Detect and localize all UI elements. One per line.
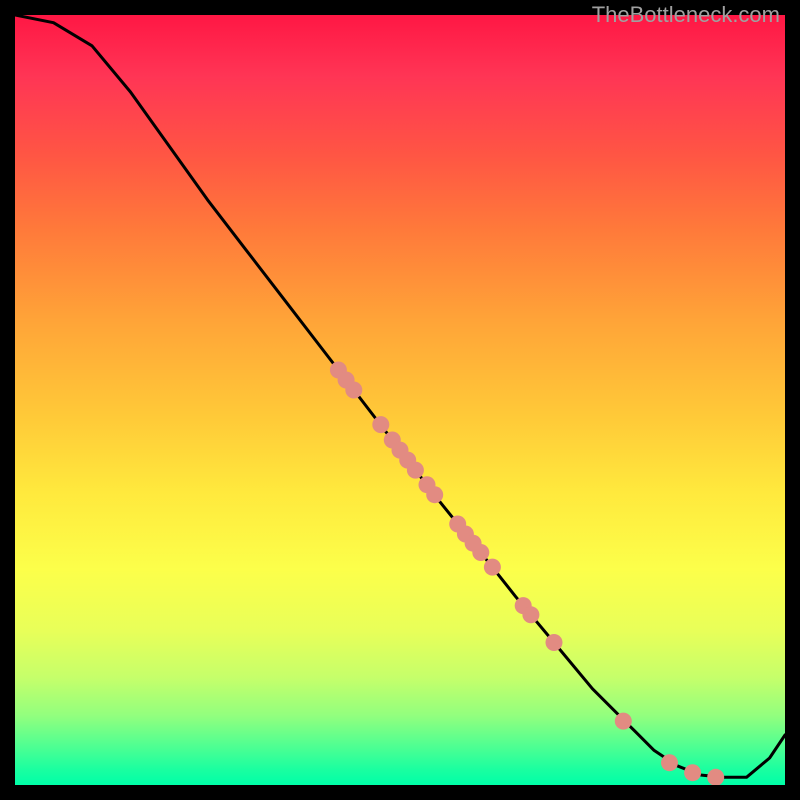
scatter-point (426, 486, 443, 503)
scatter-point (449, 516, 466, 533)
scatter-point (546, 634, 563, 651)
scatter-point (419, 476, 436, 493)
scatter-point (661, 754, 678, 771)
scatter-point (392, 442, 409, 459)
chart-container: TheBottleneck.com (0, 0, 800, 800)
plot-area (15, 15, 785, 785)
scatter-point (615, 713, 632, 730)
scatter-point (338, 372, 355, 389)
curve-line (15, 15, 785, 777)
watermark-text: TheBottleneck.com (592, 2, 780, 28)
scatter-point (372, 416, 389, 433)
scatter-point (522, 606, 539, 623)
scatter-point (472, 544, 489, 561)
scatter-point (399, 452, 416, 469)
scatter-point (684, 764, 701, 781)
scatter-point (407, 462, 424, 479)
scatter-point (457, 526, 474, 543)
scatter-point (330, 362, 347, 379)
chart-svg (15, 15, 785, 785)
scatter-point (515, 597, 532, 614)
scatter-point (384, 432, 401, 449)
scatter-point (465, 535, 482, 552)
scatter-point (345, 382, 362, 399)
scatter-point (707, 769, 724, 785)
scatter-point (484, 559, 501, 576)
